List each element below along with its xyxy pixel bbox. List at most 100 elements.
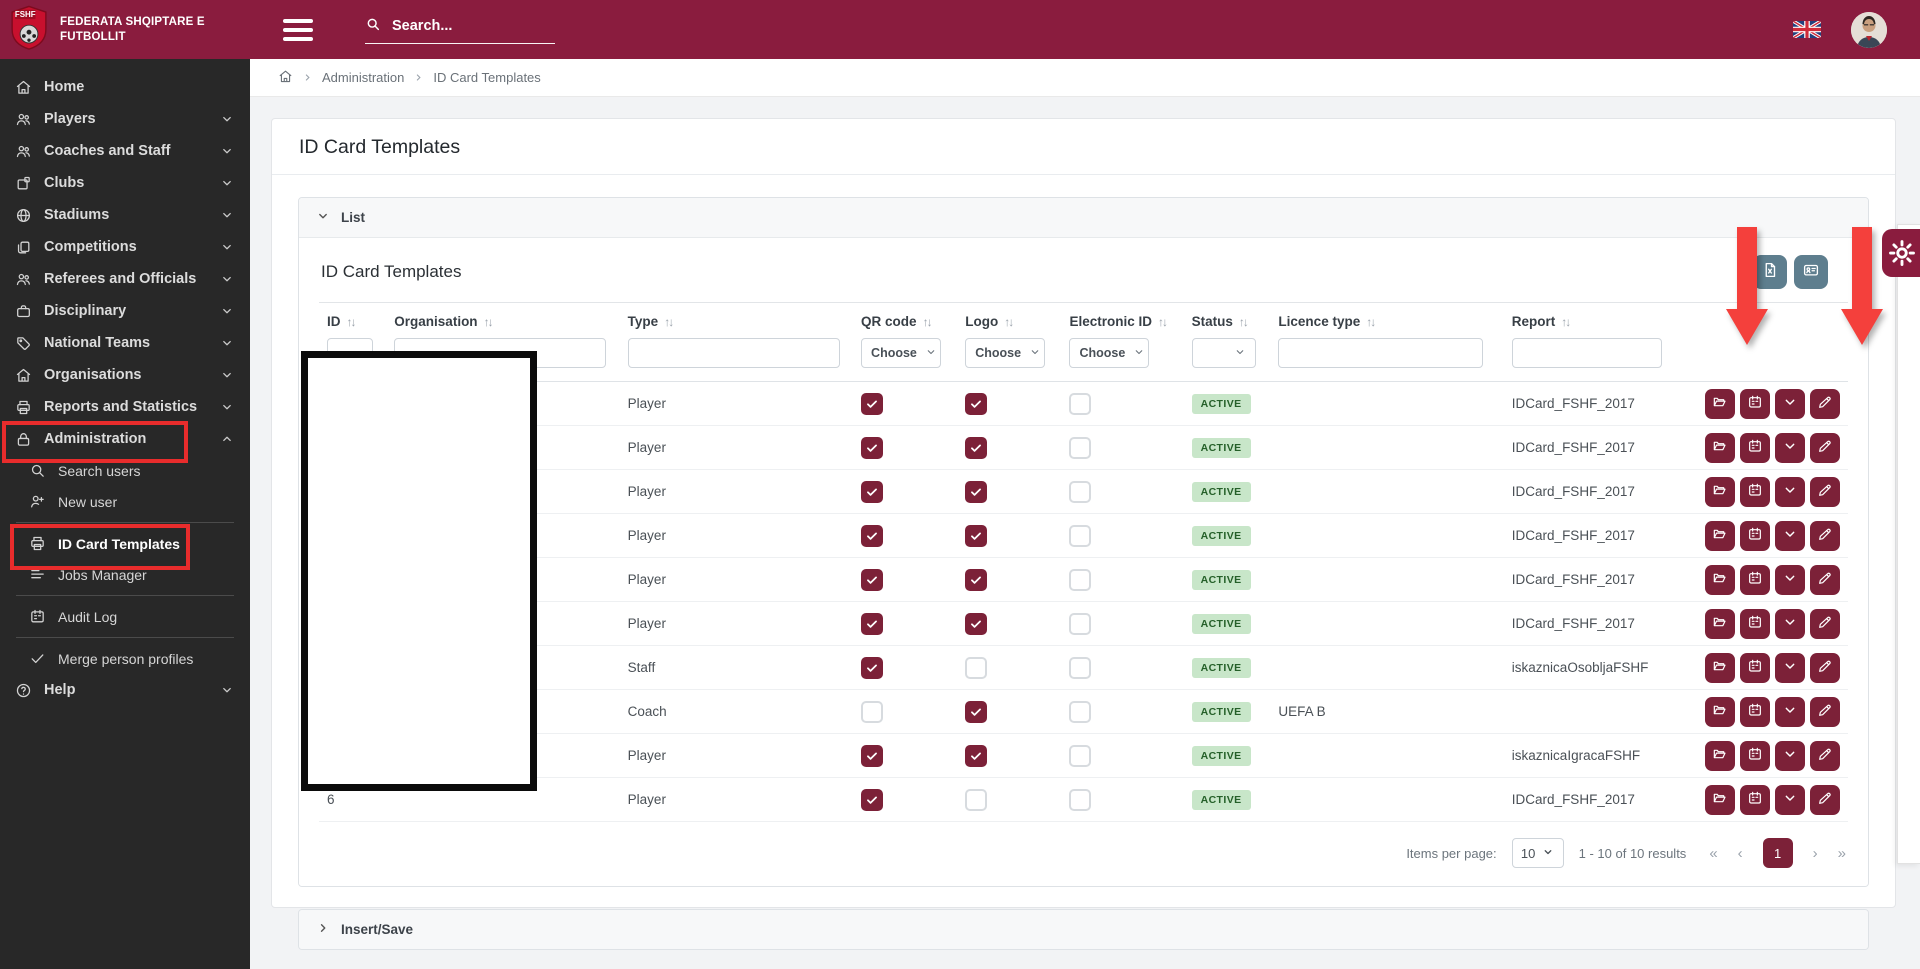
checkbox-unchecked[interactable] <box>1069 525 1091 547</box>
expand-button[interactable] <box>1775 741 1805 771</box>
list-panel-header[interactable]: List <box>299 198 1868 238</box>
sidebar-item-coaches-and-staff[interactable]: Coaches and Staff <box>0 135 250 167</box>
language-flag-uk-icon[interactable] <box>1793 21 1821 38</box>
checkbox-checked[interactable] <box>965 481 987 503</box>
checkbox-checked[interactable] <box>861 789 883 811</box>
open-button[interactable] <box>1705 433 1735 463</box>
search-input[interactable]: Search... <box>365 16 555 44</box>
filter-input-licence-type[interactable] <box>1278 338 1483 368</box>
column-header-status[interactable]: Status↑↓ <box>1184 302 1271 336</box>
sidebar-item-merge-person-profiles[interactable]: Merge person profiles <box>0 643 250 674</box>
open-button[interactable] <box>1705 565 1735 595</box>
edit-button[interactable] <box>1810 477 1840 507</box>
sidebar-item-search-users[interactable]: Search users <box>0 455 250 486</box>
sidebar-item-clubs[interactable]: Clubs <box>0 167 250 199</box>
schedule-button[interactable] <box>1740 565 1770 595</box>
user-avatar[interactable] <box>1851 12 1887 48</box>
open-button[interactable] <box>1705 477 1735 507</box>
checkbox-unchecked[interactable] <box>965 657 987 679</box>
checkbox-checked[interactable] <box>965 701 987 723</box>
expand-button[interactable] <box>1775 433 1805 463</box>
open-button[interactable] <box>1705 389 1735 419</box>
column-header-type[interactable]: Type↑↓ <box>620 302 853 336</box>
schedule-button[interactable] <box>1740 521 1770 551</box>
checkbox-checked[interactable] <box>861 437 883 459</box>
column-header-licence-type[interactable]: Licence type↑↓ <box>1270 302 1503 336</box>
sidebar-item-administration[interactable]: Administration <box>0 423 250 455</box>
checkbox-unchecked[interactable] <box>1069 657 1091 679</box>
filter-select-electronic-id[interactable]: Choose <box>1069 338 1149 368</box>
edit-button[interactable] <box>1810 389 1840 419</box>
edit-button[interactable] <box>1810 653 1840 683</box>
open-button[interactable] <box>1705 785 1735 815</box>
next-page-button[interactable]: › <box>1813 845 1818 862</box>
checkbox-checked[interactable] <box>965 569 987 591</box>
edit-button[interactable] <box>1810 697 1840 727</box>
breadcrumb-home-icon[interactable] <box>278 69 293 87</box>
first-page-button[interactable]: « <box>1709 845 1717 862</box>
checkbox-unchecked[interactable] <box>1069 789 1091 811</box>
sidebar-item-new-user[interactable]: New user <box>0 486 250 517</box>
settings-gear-button[interactable] <box>1882 229 1920 277</box>
open-button[interactable] <box>1705 653 1735 683</box>
checkbox-checked[interactable] <box>861 613 883 635</box>
schedule-button[interactable] <box>1740 653 1770 683</box>
sidebar-item-national-teams[interactable]: National Teams <box>0 327 250 359</box>
insert-save-panel-header[interactable]: Insert/Save <box>299 910 1868 949</box>
sidebar-item-disciplinary[interactable]: Disciplinary <box>0 295 250 327</box>
expand-button[interactable] <box>1775 521 1805 551</box>
checkbox-unchecked[interactable] <box>861 701 883 723</box>
expand-button[interactable] <box>1775 697 1805 727</box>
sidebar-item-players[interactable]: Players <box>0 103 250 135</box>
sidebar-item-competitions[interactable]: Competitions <box>0 231 250 263</box>
checkbox-checked[interactable] <box>861 525 883 547</box>
sidebar-item-organisations[interactable]: Organisations <box>0 359 250 391</box>
expand-button[interactable] <box>1775 477 1805 507</box>
open-button[interactable] <box>1705 697 1735 727</box>
edit-button[interactable] <box>1810 609 1840 639</box>
checkbox-unchecked[interactable] <box>1069 481 1091 503</box>
open-button[interactable] <box>1705 609 1735 639</box>
schedule-button[interactable] <box>1740 697 1770 727</box>
checkbox-checked[interactable] <box>861 745 883 767</box>
checkbox-checked[interactable] <box>861 481 883 503</box>
checkbox-unchecked[interactable] <box>1069 393 1091 415</box>
checkbox-checked[interactable] <box>965 745 987 767</box>
expand-button[interactable] <box>1775 609 1805 639</box>
checkbox-checked[interactable] <box>861 393 883 415</box>
expand-button[interactable] <box>1775 653 1805 683</box>
schedule-button[interactable] <box>1740 477 1770 507</box>
expand-button[interactable] <box>1775 565 1805 595</box>
page-size-select[interactable]: 10 <box>1512 838 1564 868</box>
expand-button[interactable] <box>1775 389 1805 419</box>
checkbox-unchecked[interactable] <box>1069 613 1091 635</box>
export-card-button[interactable] <box>1794 255 1828 289</box>
column-header-qr-code[interactable]: QR code↑↓ <box>853 302 957 336</box>
checkbox-checked[interactable] <box>965 393 987 415</box>
filter-select-status[interactable] <box>1192 338 1256 368</box>
checkbox-unchecked[interactable] <box>1069 569 1091 591</box>
prev-page-button[interactable]: ‹ <box>1738 845 1743 862</box>
sidebar-item-help[interactable]: Help <box>0 674 250 706</box>
hamburger-menu-icon[interactable] <box>283 19 313 41</box>
breadcrumb-item-administration[interactable]: Administration <box>322 70 404 85</box>
sidebar-item-audit-log[interactable]: Audit Log <box>0 601 250 632</box>
edit-button[interactable] <box>1810 521 1840 551</box>
filter-input-report[interactable] <box>1512 338 1662 368</box>
filter-input-type[interactable] <box>628 338 840 368</box>
filter-select-logo[interactable]: Choose <box>965 338 1045 368</box>
checkbox-unchecked[interactable] <box>1069 745 1091 767</box>
open-button[interactable] <box>1705 741 1735 771</box>
sidebar-item-home[interactable]: Home <box>0 71 250 103</box>
export-excel-button[interactable] <box>1753 255 1787 289</box>
column-header-report[interactable]: Report↑↓ <box>1504 302 1684 336</box>
filter-select-qr-code[interactable]: Choose <box>861 338 941 368</box>
checkbox-checked[interactable] <box>861 569 883 591</box>
column-header-organisation[interactable]: Organisation↑↓ <box>386 302 619 336</box>
column-header-logo[interactable]: Logo↑↓ <box>957 302 1061 336</box>
column-header-electronic-id[interactable]: Electronic ID↑↓ <box>1061 302 1183 336</box>
open-button[interactable] <box>1705 521 1735 551</box>
checkbox-checked[interactable] <box>965 525 987 547</box>
sidebar-item-jobs-manager[interactable]: Jobs Manager <box>0 559 250 590</box>
edit-button[interactable] <box>1810 785 1840 815</box>
